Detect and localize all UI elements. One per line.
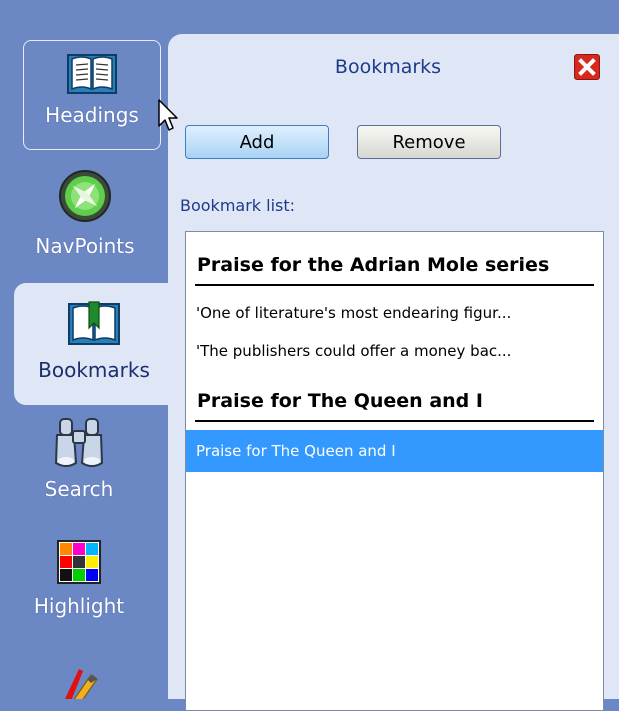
sidebar-item-bookmarks[interactable]: Bookmarks — [14, 283, 174, 405]
heading-separator — [195, 284, 594, 286]
sidebar-item-label: Search — [44, 477, 114, 501]
list-heading[interactable]: Praise for The Queen and I — [186, 386, 603, 416]
sidebar-item-label: NavPoints — [35, 234, 135, 258]
sidebar: Headings NavPoints Bookmarks Search High… — [0, 0, 174, 699]
list-item-selected[interactable]: Praise for The Queen and I — [186, 430, 603, 472]
pencil-icon — [65, 669, 98, 699]
sidebar-item-navpoints[interactable]: NavPoints — [10, 168, 160, 258]
add-bookmark-button[interactable]: Add — [185, 125, 329, 159]
remove-bookmark-button[interactable]: Remove — [357, 125, 501, 159]
close-button[interactable] — [574, 54, 600, 80]
sidebar-item-label: Headings — [45, 103, 139, 127]
book-icon — [67, 54, 117, 94]
list-heading[interactable]: Praise for the Adrian Mole series — [186, 250, 603, 280]
bookmark-list-label: Bookmark list: — [180, 196, 296, 215]
bookmarks-panel: Bookmarks Add Remove Bookmark list: Prai… — [168, 34, 619, 711]
compass-icon — [59, 170, 111, 222]
sidebar-item-label: Bookmarks — [38, 358, 150, 382]
panel-title: Bookmarks — [334, 56, 442, 78]
heading-separator — [195, 420, 594, 422]
sidebar-item-headings[interactable]: Headings — [23, 40, 161, 150]
list-item[interactable]: 'The publishers could offer a money bac.… — [186, 332, 603, 370]
sidebar-item-label: Highlight — [33, 594, 125, 618]
bookmark-list[interactable]: Praise for the Adrian Mole series 'One o… — [185, 231, 604, 711]
mouse-cursor-icon — [158, 99, 178, 131]
binoculars-icon — [54, 418, 104, 467]
color-grid-icon — [57, 540, 101, 584]
sidebar-item-search[interactable]: Search — [4, 413, 154, 501]
sidebar-item-pencil[interactable] — [4, 665, 154, 699]
close-icon — [578, 58, 596, 76]
sidebar-item-highlight[interactable]: Highlight — [4, 540, 154, 618]
bookmark-book-icon — [68, 301, 120, 345]
list-item[interactable]: 'One of literature's most endearing figu… — [186, 294, 603, 332]
